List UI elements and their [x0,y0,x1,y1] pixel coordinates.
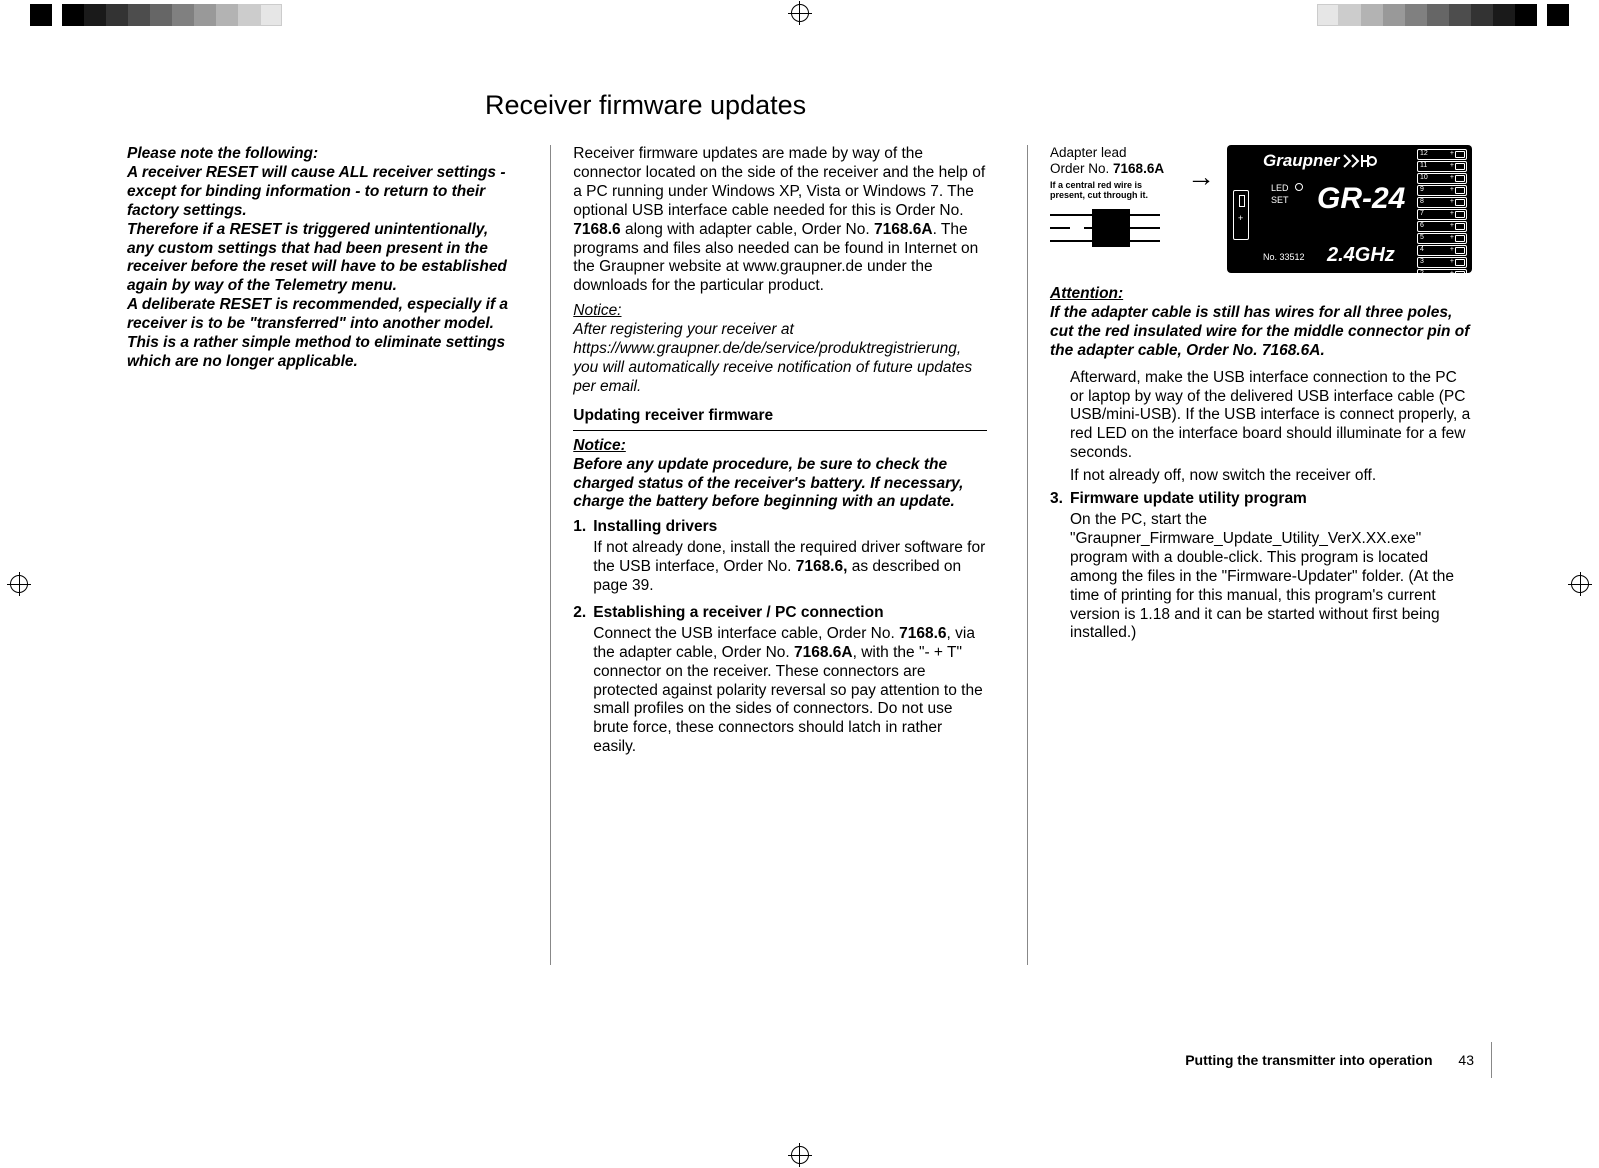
step1-title: Installing drivers [593,518,717,535]
receiver-model: GR-24 [1317,181,1405,218]
col1-p2: Therefore if a RESET is triggered uninte… [127,221,510,297]
registration-mark-bottom [791,1146,809,1164]
cont-a: Afterward, make the USB interface connec… [1070,369,1472,464]
columns: Please note the following: A receiver RE… [125,145,1474,965]
intro-c: along with adapter cable, Order No. [621,221,874,238]
receiver-no: No. 33512 [1263,252,1305,263]
updating-header: Updating receiver firmware [573,407,987,426]
swatches-right [1317,4,1569,31]
receiver-side-connector-icon [1233,190,1249,240]
receiver-ghz: 2.4GHz [1327,243,1395,267]
step3-body: On the PC, start the "Graupner_Firmware_… [1070,511,1472,643]
adapter-label: Adapter lead Order No. 7168.6A [1050,145,1175,177]
rx-row: 6+ [1417,221,1467,232]
rx-row: 10+ [1417,173,1467,184]
hott-logo-icon [1342,153,1382,169]
notice1-label: Notice: [573,302,621,319]
led-dot-icon [1295,183,1303,191]
step2-title: Establishing a receiver / PC connection [593,604,883,621]
intro-b: 7168.6 [573,221,620,238]
steps-list-cont: 3.Firmware update utility program On the… [1050,490,1472,643]
notice2: Notice: Before any update procedure, be … [573,437,987,513]
diagram-block: Adapter lead Order No. 7168.6A If a cent… [1050,145,1472,273]
registration-mark-right [1571,575,1589,593]
attention-body: If the adapter cable is still has wires … [1050,304,1469,359]
intro-a: Receiver firmware updates are made by wa… [573,145,985,219]
notice2-body: Before any update procedure, be sure to … [573,456,963,511]
page-content: Receiver firmware updates Please note th… [125,90,1474,1068]
rx-row: 5+ [1417,233,1467,244]
footer-rule [1491,1042,1492,1078]
registration-mark-top [791,4,809,22]
grey-ramp [84,4,282,31]
rx-row: 9+ [1417,185,1467,196]
receiver-pin-rows: 12+ 11+ 10+ 9+ 8+ 7+ 6+ 5+ 4+ 3+ 2+ 1+ [1417,149,1467,269]
step-1: 1.Installing drivers If not already done… [573,518,987,596]
step-3: 3.Firmware update utility program On the… [1050,490,1472,643]
rx-row: 11+ [1417,161,1467,172]
adapter-cable-icon [1050,201,1165,256]
note-heading: Please note the following: [127,145,510,164]
divider [573,430,987,431]
col1-p1: A receiver RESET will cause ALL receiver… [127,164,510,221]
column-3: Adapter lead Order No. 7168.6A If a cent… [1027,145,1474,965]
rx-row: 1+ [1417,281,1467,292]
step2-num: 2. [573,604,593,623]
column-2: Receiver firmware updates are made by wa… [550,145,989,965]
step3-num: 3. [1050,490,1070,509]
cont-b: If not already off, now switch the recei… [1070,467,1472,486]
rx-row: 12+ [1417,149,1467,160]
page-footer: Putting the transmitter into operation 4… [1185,1052,1474,1068]
adapter-tiny-note: If a central red wire is present, cut th… [1050,181,1175,201]
steps-list: 1.Installing drivers If not already done… [573,518,987,757]
notice1-body: After registering your receiver at https… [573,321,972,395]
diagram-left: Adapter lead Order No. 7168.6A If a cent… [1050,145,1175,260]
receiver-logo: Graupner [1263,151,1382,172]
step1-num: 1. [573,518,593,537]
receiver-set-label: SET [1271,195,1289,206]
attention-label: Attention: [1050,285,1123,302]
swatches-left [30,4,282,31]
rx-row: 7+ [1417,209,1467,220]
footer-section: Putting the transmitter into operation [1185,1052,1432,1068]
rx-row: 3+ [1417,257,1467,268]
column-1: Please note the following: A receiver RE… [125,145,512,965]
arrow-icon: → [1187,163,1215,191]
rx-row: 4+ [1417,245,1467,256]
step1-body: If not already done, install the require… [593,539,987,596]
receiver-diagram: Graupner LED SET GR-24 2.4GHz No. 33512 … [1227,145,1472,273]
rx-row: 8+ [1417,197,1467,208]
intro-d: 7168.6A [874,221,933,238]
registration-mark-left [10,575,28,593]
col1-p3: A deliberate RESET is recommended, espec… [127,296,510,372]
notice1: Notice: After registering your receiver … [573,302,987,397]
step2-body: Connect the USB interface cable, Order N… [593,625,987,757]
rx-row: 2+ [1417,269,1467,280]
step-2: 2.Establishing a receiver / PC connectio… [573,604,987,757]
footer-page-number: 43 [1458,1052,1474,1068]
receiver-led-label: LED [1271,183,1289,194]
attention-block: Attention: If the adapter cable is still… [1050,285,1472,361]
page-title: Receiver firmware updates [485,90,806,121]
notice2-label: Notice: [573,437,626,454]
intro-paragraph: Receiver firmware updates are made by wa… [573,145,987,296]
step3-title: Firmware update utility program [1070,490,1307,507]
